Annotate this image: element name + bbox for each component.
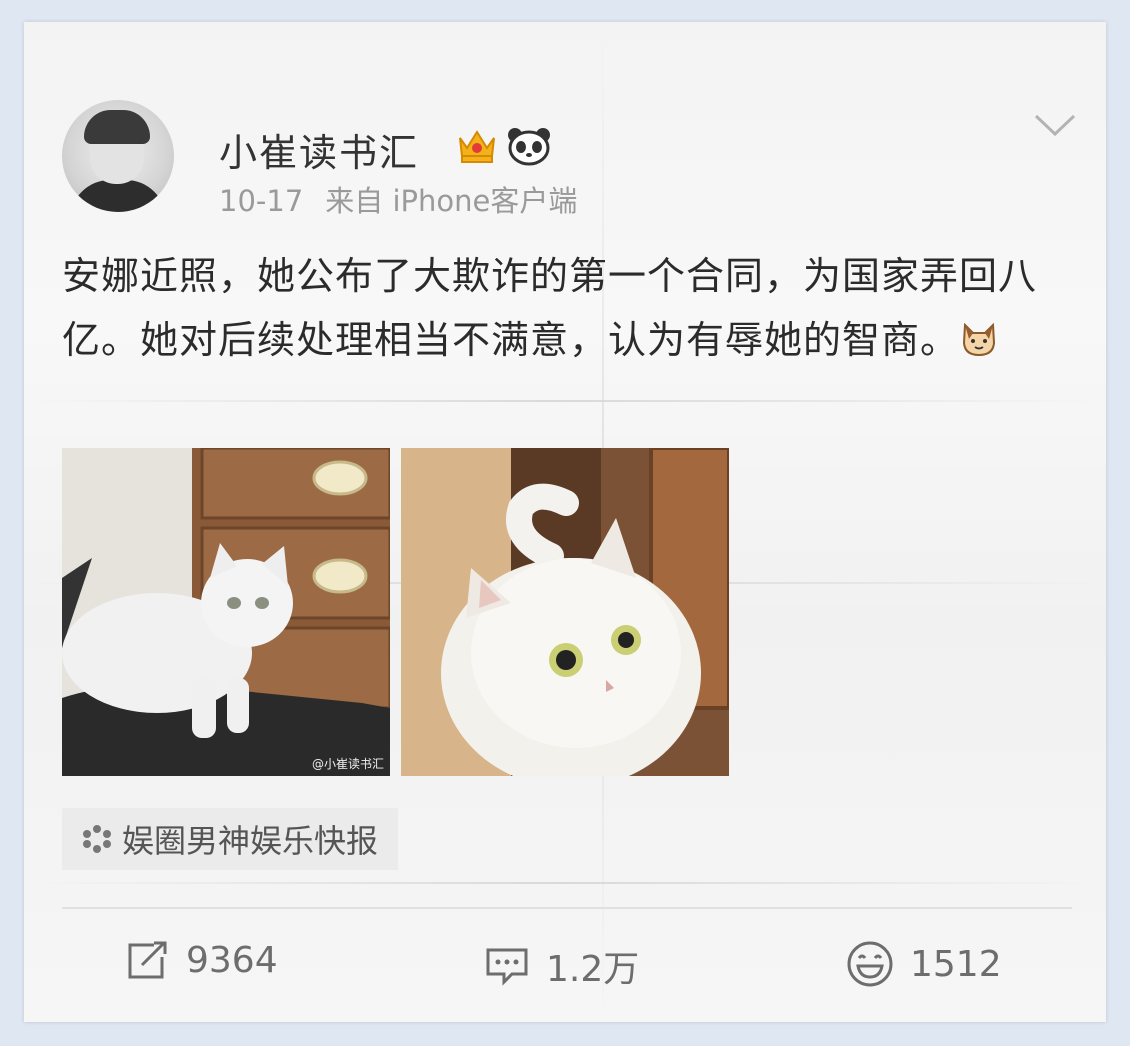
cat-emoji-icon: [963, 322, 996, 357]
post-source: 来自 iPhone客户端: [325, 184, 578, 218]
asterisk-icon: [83, 825, 111, 853]
user-avatar[interactable]: [62, 100, 174, 212]
username[interactable]: 小崔读书汇: [219, 122, 419, 177]
paper-crease: [24, 400, 1106, 402]
topic-tag[interactable]: 娱圈男神娱乐快报: [62, 808, 399, 870]
repost-button[interactable]: 9364: [124, 940, 278, 981]
post-image-1[interactable]: @小崔读书汇: [62, 448, 390, 776]
weibo-post-card: 小崔读书汇 10-17 来自 iPhone客户端 安娜近照，她公布了大欺诈的第一个…: [24, 22, 1106, 1022]
crown-badge-icon: [459, 130, 495, 163]
post-content: 安娜近照，她公布了大欺诈的第一个合同，为国家弄回八亿。她对后续处理相当不满意，认…: [62, 244, 1072, 372]
like-count: 1512: [910, 943, 1002, 985]
cat-photo-1: [62, 448, 390, 776]
topic-label: 娱圈男神娱乐快报: [122, 822, 379, 860]
post-image-2[interactable]: [401, 448, 729, 776]
comment-count: 1.2万: [546, 949, 640, 990]
divider: [62, 907, 1072, 909]
chevron-down-icon[interactable]: [1032, 110, 1078, 140]
repost-icon: [128, 941, 167, 978]
post-meta: 10-17 来自 iPhone客户端: [219, 178, 577, 220]
image-watermark: @小崔读书汇: [311, 757, 384, 771]
paper-crease: [24, 882, 1106, 884]
screenshot-frame: 小崔读书汇 10-17 来自 iPhone客户端 安娜近照，她公布了大欺诈的第一个…: [0, 0, 1130, 1046]
repost-count: 9364: [186, 940, 278, 981]
like-button[interactable]: 1512: [846, 940, 1002, 988]
panda-badge-icon: [508, 128, 550, 166]
comment-icon: [486, 948, 528, 986]
post-date: 10-17: [219, 184, 304, 218]
post-text: 安娜近照，她公布了大欺诈的第一个合同，为国家弄回八亿。她对后续处理相当不满意，认…: [62, 254, 1038, 362]
smile-like-icon: [847, 941, 893, 987]
comment-button[interactable]: 1.2万: [484, 940, 639, 992]
cat-photo-2: [401, 448, 729, 776]
